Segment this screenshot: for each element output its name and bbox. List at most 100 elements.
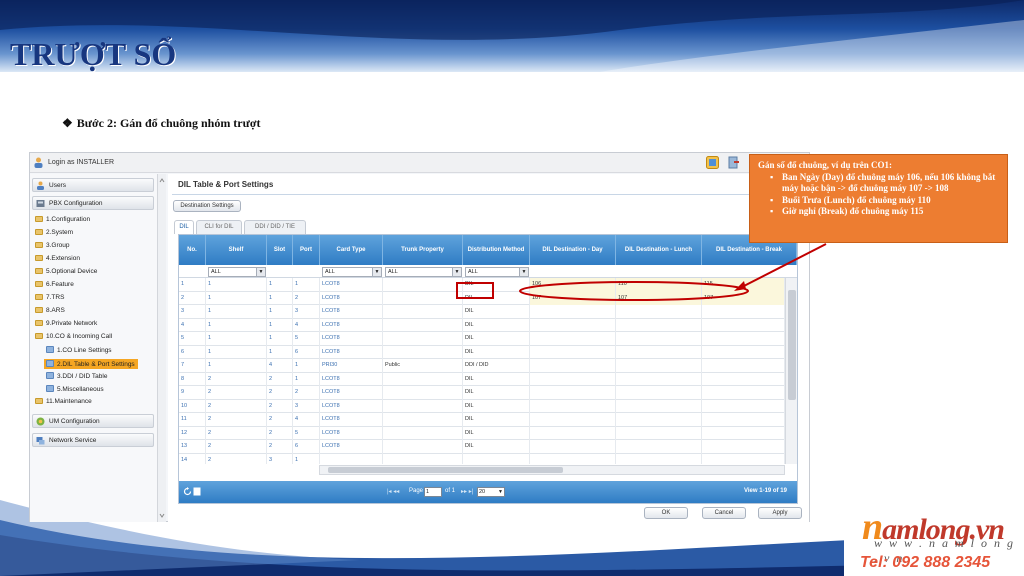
tree-item-ars[interactable]: 8.ARS (35, 307, 65, 314)
column-header-slot[interactable]: Slot (267, 235, 293, 265)
card-type-filter-select[interactable]: ALL ▼ (322, 267, 382, 277)
row-dil-break-cell[interactable]: 107 (702, 291, 785, 305)
table-row[interactable]: 3 1 1 3 LCOT8 DIL (179, 305, 785, 319)
refresh-icon[interactable] (183, 487, 192, 496)
row-dil-lunch-cell[interactable] (616, 318, 702, 332)
column-header-port[interactable]: Port (293, 235, 320, 265)
sidebar-section-um-configuration[interactable]: UM Configuration (32, 414, 154, 428)
tree-item-system[interactable]: 2.System (35, 229, 73, 236)
row-dil-day-cell[interactable] (530, 305, 616, 319)
row-dil-day-cell[interactable] (530, 399, 616, 413)
table-row[interactable]: 8 2 2 1 LCOT8 DIL (179, 372, 785, 386)
logout-icon[interactable] (727, 156, 740, 169)
row-dil-break-cell[interactable] (702, 386, 785, 400)
row-dil-day-cell[interactable] (530, 332, 616, 346)
destination-settings-button[interactable]: Destination Settings (173, 200, 241, 212)
row-dil-break-cell[interactable] (702, 332, 785, 346)
row-dil-day-cell[interactable] (530, 318, 616, 332)
tree-item-optional-device[interactable]: 5.Optional Device (35, 268, 97, 275)
table-row[interactable]: 9 2 2 2 LCOT8 DIL (179, 386, 785, 400)
tree-item-dil-table-port-settings[interactable]: 2.DIL Table & Port Settings (44, 359, 138, 369)
row-dil-day-cell[interactable] (530, 359, 616, 373)
row-dil-break-cell[interactable] (702, 413, 785, 427)
sidebar-section-users[interactable]: Users (32, 178, 154, 192)
sidebar-section-network-service[interactable]: Network Service (32, 433, 154, 447)
table-vertical-scrollbar[interactable] (785, 278, 797, 464)
row-dil-lunch-cell[interactable] (616, 332, 702, 346)
sidebar-section-pbx-configuration[interactable]: PBX Configuration (32, 196, 154, 210)
cancel-button[interactable]: Cancel (702, 507, 746, 519)
apply-button[interactable]: Apply (758, 507, 802, 519)
column-header-dil-destination-day[interactable]: DIL Destination - Day (530, 235, 616, 265)
column-header-dil-destination-lunch[interactable]: DIL Destination - Lunch (616, 235, 702, 265)
row-dil-lunch-cell[interactable]: 107 (616, 291, 702, 305)
row-dil-break-cell[interactable]: 115 (702, 278, 785, 292)
next-last-nav-icon[interactable]: ▸▸ ▸| (461, 488, 473, 495)
row-dil-lunch-cell[interactable] (616, 453, 702, 464)
table-row[interactable]: 10 2 2 3 LCOT8 DIL (179, 399, 785, 413)
row-dil-day-cell[interactable] (530, 386, 616, 400)
row-dil-day-cell[interactable]: 107 (530, 291, 616, 305)
tree-item-group[interactable]: 3.Group (35, 242, 70, 249)
column-header-distribution-method[interactable]: Distribution Method (463, 235, 530, 265)
tree-item-feature[interactable]: 6.Feature (35, 281, 74, 288)
table-row[interactable]: 14 2 3 1 (179, 453, 785, 464)
column-header-trunk-property[interactable]: Trunk Property (383, 235, 463, 265)
table-row[interactable]: 13 2 2 6 LCOT8 DIL (179, 440, 785, 454)
row-dil-break-cell[interactable] (702, 399, 785, 413)
row-dil-day-cell[interactable] (530, 413, 616, 427)
row-dil-break-cell[interactable] (702, 453, 785, 464)
row-dil-day-cell[interactable]: 106 (530, 278, 616, 292)
row-dil-day-cell[interactable] (530, 440, 616, 454)
shelf-filter-select[interactable]: ALL ▼ (208, 267, 266, 277)
table-row[interactable]: 7 1 4 1 PRI30 Public DDI / DID (179, 359, 785, 373)
tree-item-extension[interactable]: 4.Extension (35, 255, 80, 262)
row-dil-break-cell[interactable] (702, 372, 785, 386)
row-dil-lunch-cell[interactable] (616, 386, 702, 400)
row-dil-lunch-cell[interactable] (616, 372, 702, 386)
page-number-input[interactable]: 1 (424, 487, 442, 497)
trunk-property-filter-select[interactable]: ALL ▼ (385, 267, 462, 277)
table-row[interactable]: 4 1 1 4 LCOT8 DIL (179, 318, 785, 332)
row-dil-lunch-cell[interactable] (616, 399, 702, 413)
tree-item-private-network[interactable]: 9.Private Network (35, 320, 97, 327)
tree-item-trs[interactable]: 7.TRS (35, 294, 64, 301)
table-horizontal-scrollbar[interactable] (319, 465, 785, 475)
row-dil-lunch-cell[interactable]: 110 (616, 278, 702, 292)
scroll-thumb[interactable] (328, 467, 563, 473)
tab-dil[interactable]: DIL (174, 220, 194, 234)
tree-item-co-line-settings[interactable]: 1.CO Line Settings (46, 346, 112, 354)
table-row[interactable]: 11 2 2 4 LCOT8 DIL (179, 413, 785, 427)
table-row[interactable]: 6 1 1 6 LCOT8 DIL (179, 345, 785, 359)
ok-button[interactable]: OK (644, 507, 688, 519)
row-dil-lunch-cell[interactable] (616, 440, 702, 454)
table-row[interactable]: 5 1 1 5 LCOT8 DIL (179, 332, 785, 346)
tree-item-configuration[interactable]: 1.Configuration (35, 216, 90, 223)
table-row[interactable]: 2 1 1 2 LCOT8 DIL 107 107 107 (179, 291, 785, 305)
tree-item-miscellaneous[interactable]: 5.Miscellaneous (46, 385, 104, 393)
tree-item-co-incoming-call[interactable]: 10.CO & Incoming Call (35, 333, 112, 340)
sidebar-scrollbar[interactable] (158, 174, 166, 522)
table-row[interactable]: 1 1 1 1 LCOT8 DIL 106 110 115 (179, 278, 785, 292)
help-icon[interactable] (706, 156, 719, 169)
column-header-shelf[interactable]: Shelf (206, 235, 267, 265)
row-dil-lunch-cell[interactable] (616, 305, 702, 319)
row-dil-day-cell[interactable] (530, 453, 616, 464)
rows-per-page-select[interactable]: 20 ▼ (477, 487, 505, 497)
row-dil-day-cell[interactable] (530, 426, 616, 440)
tree-item-ddi-did-table[interactable]: 3.DDI / DID Table (46, 372, 107, 380)
row-dil-break-cell[interactable] (702, 440, 785, 454)
row-dil-break-cell[interactable] (702, 318, 785, 332)
tab-cli-for-dil[interactable]: CLI for DIL (196, 220, 242, 234)
row-dil-lunch-cell[interactable] (616, 359, 702, 373)
row-dil-day-cell[interactable] (530, 345, 616, 359)
column-header-no[interactable]: No. (179, 235, 206, 265)
distribution-method-filter-select[interactable]: ALL ▼ (465, 267, 529, 277)
row-dil-break-cell[interactable] (702, 305, 785, 319)
scroll-thumb[interactable] (788, 290, 796, 400)
row-dil-lunch-cell[interactable] (616, 426, 702, 440)
row-dil-day-cell[interactable] (530, 372, 616, 386)
row-dil-break-cell[interactable] (702, 345, 785, 359)
row-dil-lunch-cell[interactable] (616, 413, 702, 427)
column-header-card-type[interactable]: Card Type (320, 235, 383, 265)
